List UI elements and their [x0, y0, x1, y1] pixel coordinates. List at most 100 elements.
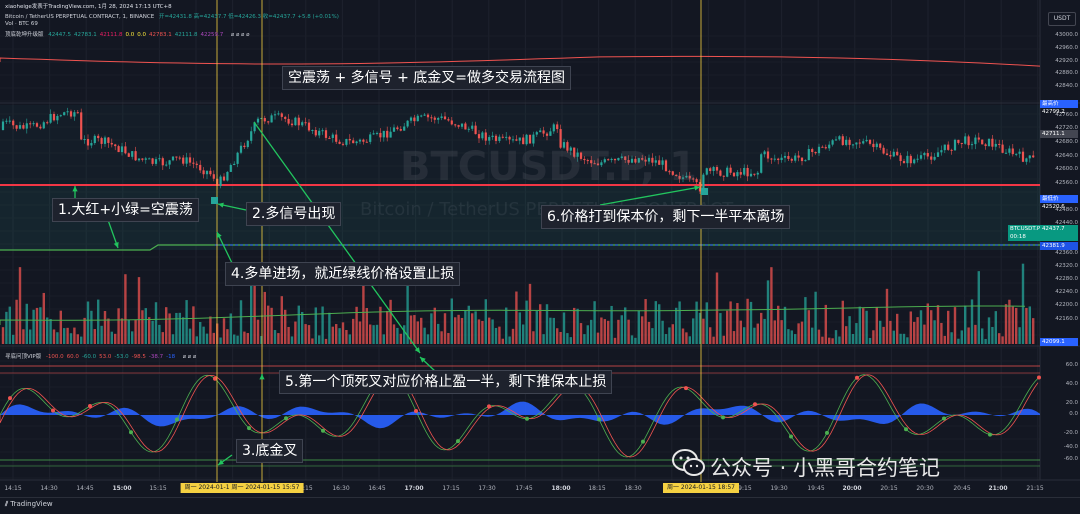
time-axis-label: 14:15: [4, 485, 22, 492]
candle-body: [936, 152, 940, 157]
cross-dot: [175, 417, 179, 422]
cross-dot: [129, 430, 133, 435]
publish-info: xiaoheige发表于TradingView.com, 1月 28, 2024…: [5, 4, 172, 10]
candle-body: [1025, 158, 1028, 162]
candle-body: [1015, 153, 1018, 155]
candle-body: [528, 134, 532, 144]
candle-body: [430, 117, 433, 119]
volume-bar: [491, 319, 494, 344]
volume-bar: [644, 299, 647, 344]
annotation-6[interactable]: 6.价格打到保本价，剩下一半平本离场: [541, 205, 791, 229]
volume-bar: [930, 310, 933, 344]
candle-body: [746, 167, 749, 177]
volume-bar: [508, 336, 511, 344]
volume-bar: [256, 319, 260, 344]
volume-legend[interactable]: Vol · BTC 69: [5, 21, 41, 27]
volume-bar: [42, 292, 45, 344]
candle-body: [770, 158, 773, 160]
oscillator-axis-label: 40.0: [1065, 381, 1078, 387]
candle-body: [732, 172, 736, 177]
time-axis-label: 18:00: [551, 485, 571, 492]
volume-bar: [715, 272, 719, 344]
volume-bar: [307, 325, 311, 344]
annotation-1[interactable]: 1.大红+小绿=空震荡: [52, 198, 199, 222]
candle-body: [1, 121, 5, 130]
volume-bar: [987, 317, 991, 344]
volume-bar: [518, 312, 521, 344]
annotation-2[interactable]: 2.多信号出现: [246, 202, 342, 226]
annotation-3[interactable]: 3.底金叉: [236, 439, 304, 463]
volume-bar: [471, 313, 474, 344]
volume-bar: [144, 308, 147, 344]
price-axis-label: 43000.0: [1055, 32, 1078, 38]
cross-dot: [904, 427, 908, 432]
volume-bar: [576, 308, 579, 344]
long-signal-marker-2: [701, 188, 708, 195]
volume-bar: [69, 333, 73, 344]
volume-bar: [63, 328, 66, 344]
cross-dot: [525, 416, 529, 421]
volume-bar: [335, 324, 338, 344]
volume-bar: [583, 334, 586, 344]
candle-body: [838, 136, 841, 140]
volume-bar: [906, 337, 909, 344]
price-axis-label: 42680.0: [1055, 139, 1078, 145]
candle-body: [981, 139, 984, 145]
candle-body: [882, 147, 885, 154]
wechat-icon: [672, 449, 705, 476]
candle-body: [845, 139, 848, 145]
cross-dot: [213, 376, 217, 381]
candle-body: [794, 155, 797, 161]
symbol-line: Bitcoin / TetherUS PERPETUAL CONTRACT, 1…: [5, 12, 342, 20]
currency-button[interactable]: USDT: [1048, 12, 1076, 26]
volume-bar: [787, 329, 790, 344]
volume-bar: [1015, 307, 1018, 344]
volume-bar: [579, 323, 583, 344]
volume-bar: [573, 307, 576, 344]
symbol-title[interactable]: Bitcoin / TetherUS PERPETUAL CONTRACT, 1…: [5, 14, 154, 20]
volume-bar: [678, 301, 681, 344]
volume-bar: [423, 327, 426, 344]
indicator-value: 42783.1: [149, 32, 172, 38]
volume-bar: [450, 298, 453, 344]
annotation-5[interactable]: 5.第一个顶死叉对应价格止盈一半，剩下推保本止损: [279, 370, 613, 394]
candle-body: [409, 117, 413, 121]
candle-body: [171, 156, 175, 161]
candle-body: [304, 122, 307, 124]
indicator-legend[interactable]: 顶底乾坤升级版 42447.5 42783.1 42111.8 0.0 0.0 42783…: [5, 30, 253, 38]
candle-body: [824, 147, 827, 149]
candle-body: [154, 159, 158, 164]
annotation-4[interactable]: 4.多单进场，就近绿线价格设置止损: [225, 262, 461, 286]
candle-body: [290, 123, 294, 126]
candle-body: [984, 144, 987, 147]
candle-body: [86, 139, 90, 146]
volume-bar: [753, 327, 756, 344]
volume-bar: [165, 307, 168, 344]
volume-bar: [222, 318, 226, 344]
volume-bar: [845, 326, 848, 344]
volume-bar: [702, 318, 705, 344]
tradingview-logo[interactable]: ⫽ TradingView: [5, 500, 53, 509]
oscillator-axis-label: 0.0: [1069, 411, 1078, 417]
candle-body: [899, 155, 902, 162]
volume-bar: [511, 328, 515, 344]
candle-body: [321, 130, 324, 132]
oscillator-settings-icons[interactable]: ⌀ ⌀ ⌀: [183, 354, 196, 360]
time-axis-label: 18:15: [588, 485, 606, 492]
volume-bar: [32, 309, 35, 344]
candle-body: [73, 112, 76, 117]
candle-body: [991, 138, 994, 147]
candle-body: [780, 157, 783, 161]
oscillator-legend[interactable]: 寻底问顶VIP版 -100.0 60.0 -60.0 53.0 -53.0 -98.5 -3…: [5, 352, 199, 360]
candle-body: [182, 157, 185, 164]
annotation-title[interactable]: 空震荡 + 多信号 + 底金叉=做多交易流程图: [282, 66, 571, 90]
candle-body: [212, 174, 215, 179]
high-price-tag: 最高价 42799.2: [1040, 100, 1078, 115]
candle-body: [12, 120, 15, 126]
volume-bar: [352, 318, 355, 344]
volume-bar: [736, 303, 739, 344]
volume-bar: [382, 334, 385, 344]
candle-body: [760, 154, 763, 173]
indicator-settings-icons[interactable]: ⌀ ⌀ ⌀ ⌀: [231, 32, 250, 38]
volume-bar: [25, 303, 28, 344]
